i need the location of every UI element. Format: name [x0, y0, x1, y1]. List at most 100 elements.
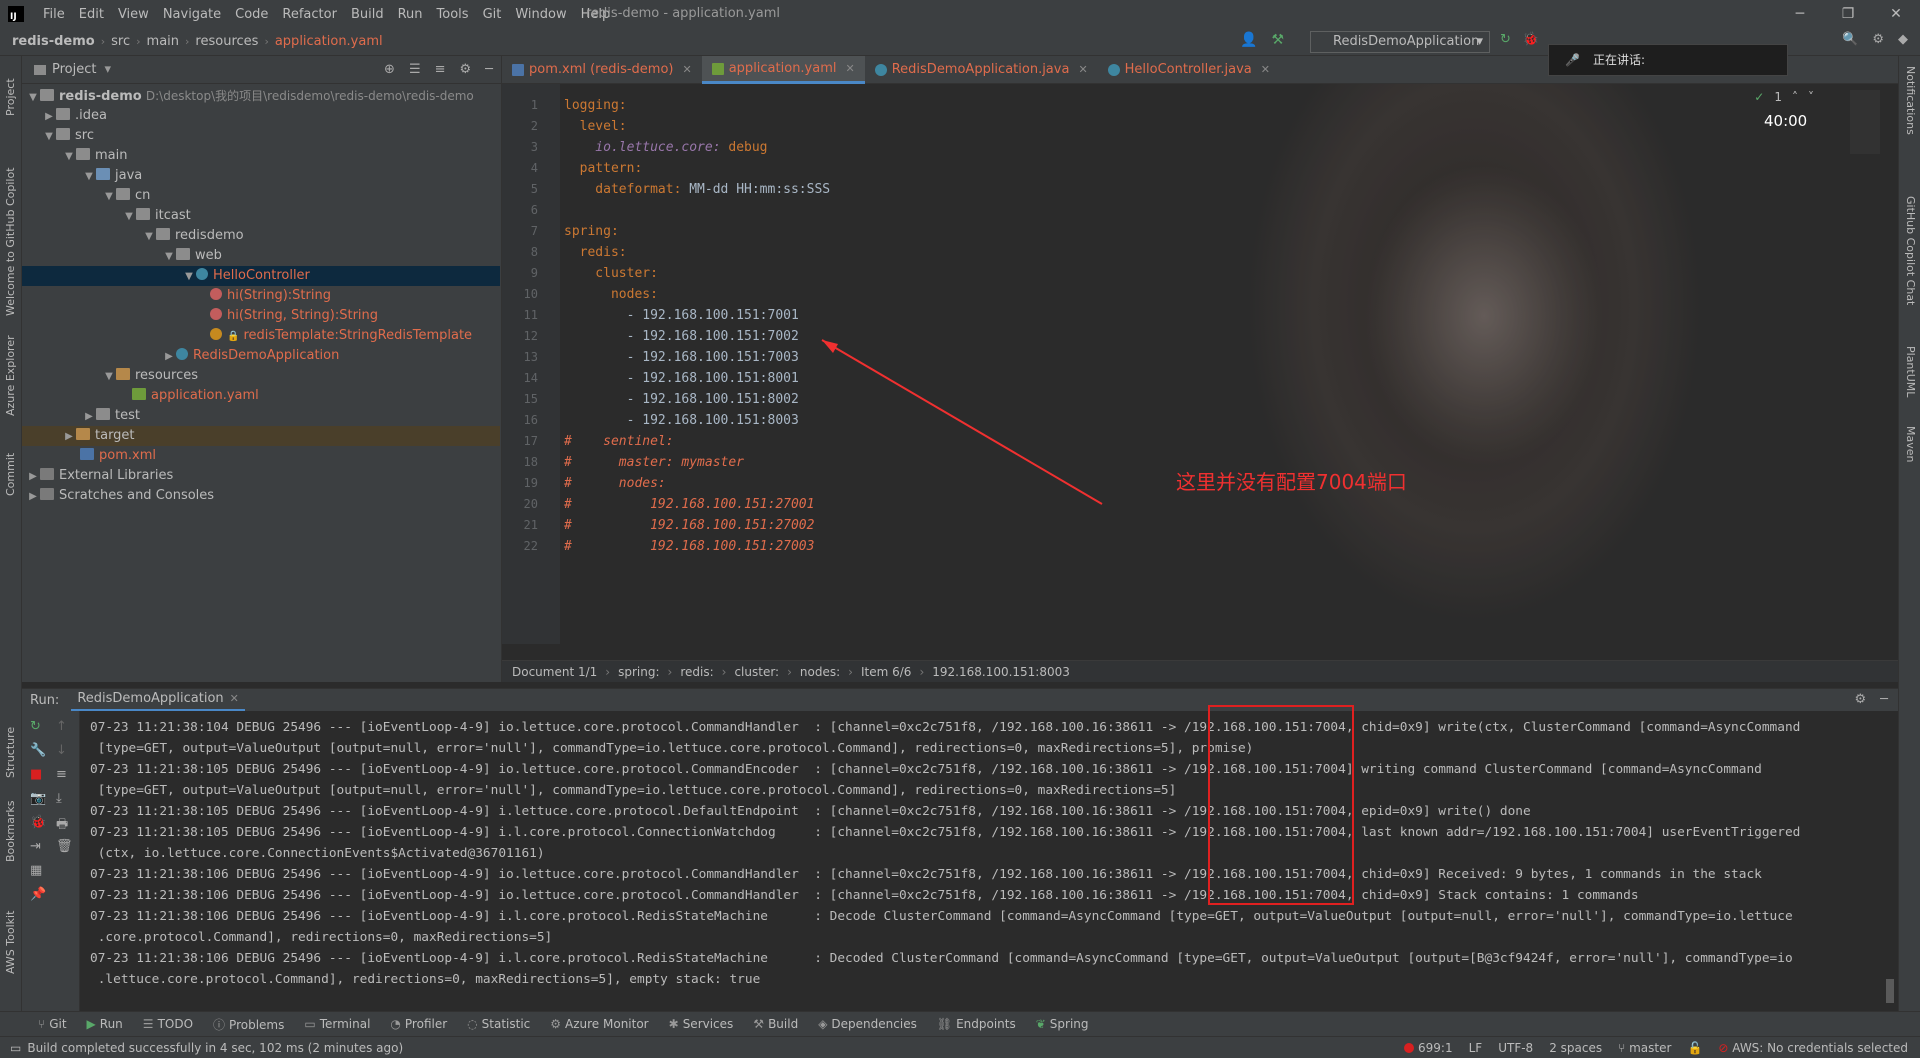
menu-git[interactable]: Git [476, 7, 509, 22]
close-icon[interactable]: ✕ [1872, 0, 1920, 28]
strip-project[interactable]: Project [4, 78, 17, 116]
menu-window[interactable]: Window [508, 7, 573, 22]
close-icon[interactable]: ✕ [230, 692, 239, 705]
menu-code[interactable]: Code [228, 7, 275, 22]
nav-crumb-main[interactable]: main [147, 34, 179, 49]
breadcrumb-document[interactable]: Document 1/1 [512, 665, 597, 679]
run-tab-redisdemoapplication[interactable]: RedisDemoApplication ✕ [71, 689, 245, 711]
tree-item-application-yaml[interactable]: application.yaml [22, 386, 500, 406]
rerun-icon[interactable]: ↻ [30, 719, 41, 734]
menu-build[interactable]: Build [344, 7, 391, 22]
breadcrumb-nodes[interactable]: nodes: [800, 665, 840, 679]
gear-icon[interactable]: ⚙ [1855, 692, 1867, 707]
exit-icon[interactable]: ⇥ [30, 839, 41, 854]
status-message[interactable]: Build completed successfully in 4 sec, 1… [27, 1041, 1404, 1055]
tree-item-hellocontroller[interactable]: ▼ HelloController [22, 266, 500, 286]
tool-profiler[interactable]: ◔ Profiler [390, 1017, 447, 1031]
strip-bookmarks[interactable]: Bookmarks [4, 801, 17, 862]
breadcrumb-item[interactable]: Item 6/6 [861, 665, 911, 679]
menu-run[interactable]: Run [391, 7, 430, 22]
tool-terminal[interactable]: ▭ Terminal [304, 1017, 370, 1031]
breadcrumb-redis[interactable]: redis: [680, 665, 713, 679]
tree-item-method-hi2[interactable]: hi(String, String):String [22, 306, 500, 326]
rerun-icon[interactable]: ↻ [1500, 32, 1511, 47]
tree-item-resources[interactable]: ▼ resources [22, 366, 500, 386]
hide-icon[interactable]: ─ [485, 62, 493, 77]
ide-logo-icon[interactable]: ◆ [1898, 32, 1908, 47]
tree-item-web[interactable]: ▼ web [22, 246, 500, 266]
strip-structure[interactable]: Structure [4, 727, 17, 778]
print-icon[interactable]: 🖶 [56, 815, 68, 837]
breadcrumb-spring[interactable]: spring: [618, 665, 659, 679]
file-encoding[interactable]: UTF-8 [1498, 1041, 1533, 1055]
wrench-icon[interactable]: 🔧 [30, 743, 46, 758]
strip-aws-toolkit[interactable]: AWS Toolkit [4, 911, 17, 974]
project-panel-title[interactable]: Project [52, 62, 96, 77]
tool-services[interactable]: ✱ Services [669, 1017, 734, 1031]
stop-icon[interactable]: ■ [30, 767, 42, 782]
tree-item-cn[interactable]: ▼ cn [22, 186, 500, 206]
chevron-down-icon[interactable]: ▾ [104, 62, 111, 77]
menu-view[interactable]: View [111, 7, 156, 22]
soft-wrap-icon[interactable]: ≡ [56, 767, 67, 782]
tool-dependencies[interactable]: ◈ Dependencies [818, 1017, 917, 1031]
menu-refactor[interactable]: Refactor [275, 7, 344, 22]
arrow-down-icon[interactable]: ↓ [56, 743, 67, 758]
arrow-up-icon[interactable]: ↑ [56, 719, 67, 734]
menu-tools[interactable]: Tools [430, 7, 476, 22]
collapse-all-icon[interactable]: ≡ [435, 62, 446, 77]
tree-item-idea[interactable]: ▶ .idea [22, 106, 500, 126]
line-separator[interactable]: LF [1469, 1041, 1483, 1055]
tree-item-pom[interactable]: pom.xml [22, 446, 500, 466]
strip-copilot-chat[interactable]: GitHub Copilot Chat [1904, 196, 1917, 305]
tool-build[interactable]: ⚒ Build [753, 1017, 798, 1031]
strip-plantuml[interactable]: PlantUML [1904, 346, 1917, 397]
strip-azure[interactable]: Azure Explorer [4, 335, 17, 416]
tool-statistic[interactable]: ◌ Statistic [467, 1017, 530, 1031]
nav-crumb-project[interactable]: redis-demo [12, 34, 95, 49]
nav-crumb-file[interactable]: application.yaml [275, 34, 383, 49]
strip-maven[interactable]: Maven [1904, 426, 1917, 462]
tool-todo[interactable]: ☰ TODO [143, 1017, 193, 1031]
tool-spring[interactable]: ❦ Spring [1036, 1017, 1089, 1031]
menu-edit[interactable]: Edit [72, 7, 111, 22]
tool-azure-monitor[interactable]: ⚙ Azure Monitor [550, 1017, 648, 1031]
tree-item-external-libraries[interactable]: ▶ External Libraries [22, 466, 500, 486]
gear-icon[interactable]: ⚙ [1872, 32, 1884, 47]
strip-commit[interactable]: Commit [4, 453, 17, 496]
locate-icon[interactable]: ⊕ [384, 62, 395, 77]
minimize-icon[interactable]: ─ [1776, 0, 1824, 28]
breadcrumb-cluster[interactable]: cluster: [734, 665, 779, 679]
indent-setting[interactable]: 2 spaces [1549, 1041, 1602, 1055]
tree-item-java[interactable]: ▼ java [22, 166, 500, 186]
console-output[interactable]: 07-23 11:21:38:104 DEBUG 25496 --- [ioEv… [90, 717, 1880, 1007]
tree-item-method-hi[interactable]: hi(String):String [22, 286, 500, 306]
tree-item-src[interactable]: ▼ src [22, 126, 500, 146]
layout-icon[interactable]: ▦ [30, 863, 42, 878]
tool-run[interactable]: ▶ Run [87, 1017, 123, 1031]
run-configuration-select[interactable]: RedisDemoApplication ▾ [1310, 31, 1490, 53]
tree-item-redisdemoapplication[interactable]: ▶ RedisDemoApplication [22, 346, 500, 366]
tool-problems[interactable]: ⓘ Problems [213, 1016, 284, 1033]
tree-item-target[interactable]: ▶ target [22, 426, 500, 446]
lock-icon[interactable]: 🔓 [1687, 1041, 1702, 1055]
nav-crumb-src[interactable]: src [111, 34, 130, 49]
tree-item-scratches[interactable]: ▶ Scratches and Consoles [22, 486, 500, 506]
strip-notifications[interactable]: Notifications [1904, 66, 1917, 135]
git-branch[interactable]: ⑂ master [1618, 1041, 1671, 1055]
tool-endpoints[interactable]: ⛓ Endpoints [937, 1017, 1016, 1031]
trash-icon[interactable]: 🗑 [56, 839, 73, 854]
camera-icon[interactable]: 📷 [30, 791, 46, 806]
tree-item-field-redistemplate[interactable]: 🔒 redisTemplate:StringRedisTemplate [22, 326, 500, 346]
search-icon[interactable]: 🔍 [1842, 32, 1858, 47]
expand-all-icon[interactable]: ☰ [409, 62, 421, 77]
aws-status[interactable]: ⊘ AWS: No credentials selected [1718, 1041, 1908, 1055]
scroll-to-end-icon[interactable]: ⤓ [56, 791, 62, 806]
hide-icon[interactable]: ─ [1880, 692, 1888, 707]
tree-item-redis-demo[interactable]: ▼ redis-demo D:\desktop\我的项目\redisdemo\re… [22, 86, 500, 106]
console-scrollbar[interactable] [1886, 979, 1894, 1003]
pin-icon[interactable]: 📌 [30, 887, 46, 902]
menu-navigate[interactable]: Navigate [156, 7, 228, 22]
debug-icon[interactable]: 🐞 [30, 815, 46, 830]
menu-file[interactable]: File [36, 7, 72, 22]
